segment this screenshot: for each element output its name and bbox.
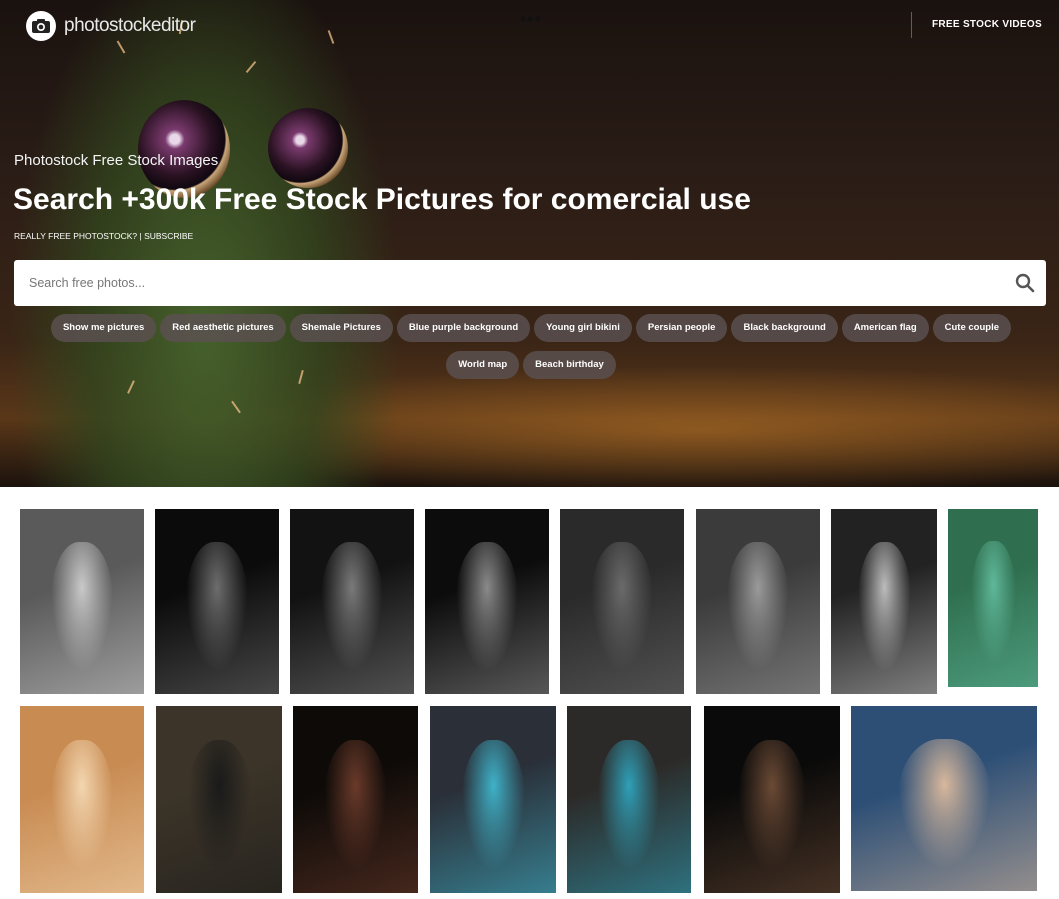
- photo-subject: [188, 740, 251, 871]
- search-input[interactable]: [14, 260, 999, 306]
- photo-subject: [321, 542, 383, 672]
- gallery-photo-skull-makeup-forest[interactable]: [156, 706, 282, 893]
- photo-subject: [858, 542, 911, 672]
- cactus-spike: [245, 60, 257, 74]
- nav-divider: [911, 12, 912, 38]
- search-suggestion-chip[interactable]: Show me pictures: [50, 314, 157, 342]
- search-suggestion-chip[interactable]: Red aesthetic pictures: [160, 314, 286, 342]
- search-suggestion-chip[interactable]: World map: [446, 351, 520, 379]
- suggested-searches: Show me pictures Red aesthetic pictures Sh…: [18, 314, 1044, 379]
- cactus-spike: [127, 380, 135, 394]
- search-suggestion-chip[interactable]: Blue purple background: [396, 314, 531, 342]
- photo-subject: [51, 542, 113, 672]
- photo-subject: [456, 542, 518, 672]
- cactus-spike: [116, 40, 126, 54]
- gallery-photo-woman-beach-bw[interactable]: [696, 509, 820, 694]
- photo-subject: [186, 542, 248, 672]
- gallery-photo-skull-figure-blue-smoke[interactable]: [430, 706, 556, 893]
- gallery-photo-skull-hood-blue-smoke[interactable]: [567, 706, 691, 893]
- nav-free-stock-videos[interactable]: FREE STOCK VIDEOS: [932, 19, 1042, 30]
- character-right-eye: [268, 108, 348, 188]
- logo-text: photostockeditor: [64, 15, 196, 36]
- gallery-photo-aerial-coastline[interactable]: [948, 509, 1038, 687]
- photo-subject: [898, 739, 991, 869]
- cactus-spike: [327, 30, 335, 44]
- search-suggestion-chip[interactable]: Black background: [731, 314, 838, 342]
- gallery-photo-woman-dark-skin-portrait[interactable]: [704, 706, 840, 893]
- photo-subject: [727, 542, 789, 672]
- hero-section: photostockeditor ••• FREE STOCK VIDEOS P…: [0, 0, 1059, 487]
- search-suggestion-chip[interactable]: Shemale Pictures: [289, 314, 393, 342]
- photo-subject: [598, 740, 660, 871]
- search-icon[interactable]: [1014, 272, 1036, 294]
- site-logo[interactable]: photostockeditor: [26, 11, 196, 41]
- subscribe-link[interactable]: REALLY FREE PHOTOSTOCK? | SUBSCRIBE: [14, 231, 193, 241]
- search-suggestion-chip[interactable]: American flag: [841, 314, 929, 342]
- gallery-photo-woman-blonde-portrait[interactable]: [851, 706, 1037, 891]
- photo-subject: [971, 541, 1016, 666]
- photo-subject: [51, 740, 113, 871]
- gallery-photo-back-lace-bw[interactable]: [425, 509, 549, 694]
- gallery-photo-woman-profile-bw[interactable]: [560, 509, 684, 694]
- photo-subject: [462, 740, 525, 871]
- cactus-spike: [231, 400, 241, 414]
- photo-subject: [324, 740, 387, 871]
- search-suggestion-chip[interactable]: Persian people: [635, 314, 728, 342]
- gallery-photo-nude-back-bw[interactable]: [155, 509, 279, 694]
- search-suggestion-chip[interactable]: Young girl bikini: [534, 314, 632, 342]
- search-suggestion-chip[interactable]: Cute couple: [932, 314, 1012, 342]
- gallery-photo-woman-face-dark[interactable]: [290, 509, 414, 694]
- gallery-photo-woman-warm-light[interactable]: [20, 706, 144, 893]
- more-menu-icon[interactable]: •••: [520, 9, 542, 30]
- photo-subject: [738, 740, 806, 871]
- hero-subtitle: Photostock Free Stock Images: [14, 152, 219, 169]
- search-bar: [14, 260, 1046, 306]
- page-title: Search +300k Free Stock Pictures for com…: [13, 183, 751, 216]
- photo-subject: [591, 542, 653, 672]
- gallery-photo-woman-red-lips-dark[interactable]: [293, 706, 418, 893]
- search-suggestion-chip[interactable]: Beach birthday: [523, 351, 616, 379]
- gallery-photo-woman-portrait-bw[interactable]: [20, 509, 144, 694]
- gallery-photo-woman-closeup-bw[interactable]: [831, 509, 937, 694]
- camera-icon: [26, 11, 56, 41]
